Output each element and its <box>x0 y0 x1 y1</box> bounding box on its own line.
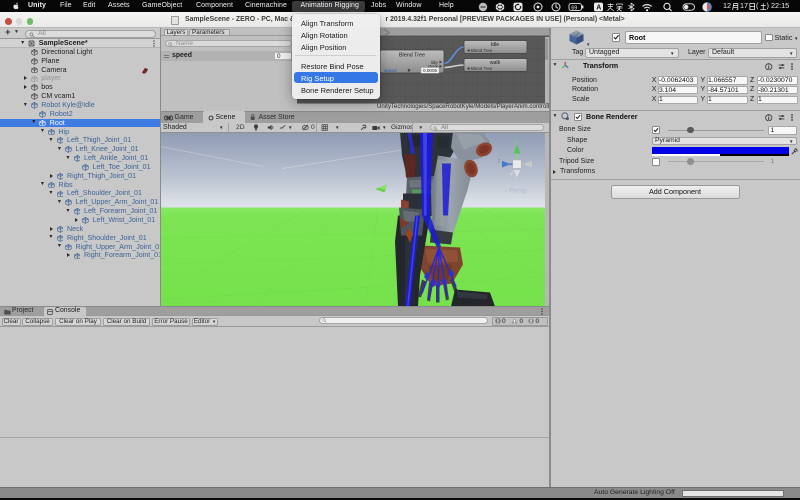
svg-text:Blend Tree: Blend Tree <box>471 66 493 71</box>
svg-text:‹ Persp: ‹ Persp <box>505 187 527 194</box>
svg-text:z: z <box>498 158 501 164</box>
svg-text:69: 69 <box>571 5 577 11</box>
svg-text:0.0005: 0.0005 <box>423 68 437 73</box>
svg-text:speed: speed <box>384 68 397 73</box>
svg-text:A: A <box>596 4 601 11</box>
svg-text:Blend Tree: Blend Tree <box>471 48 493 53</box>
svg-text:Blend Tree: Blend Tree <box>399 53 425 59</box>
svg-text:y: y <box>515 138 518 144</box>
